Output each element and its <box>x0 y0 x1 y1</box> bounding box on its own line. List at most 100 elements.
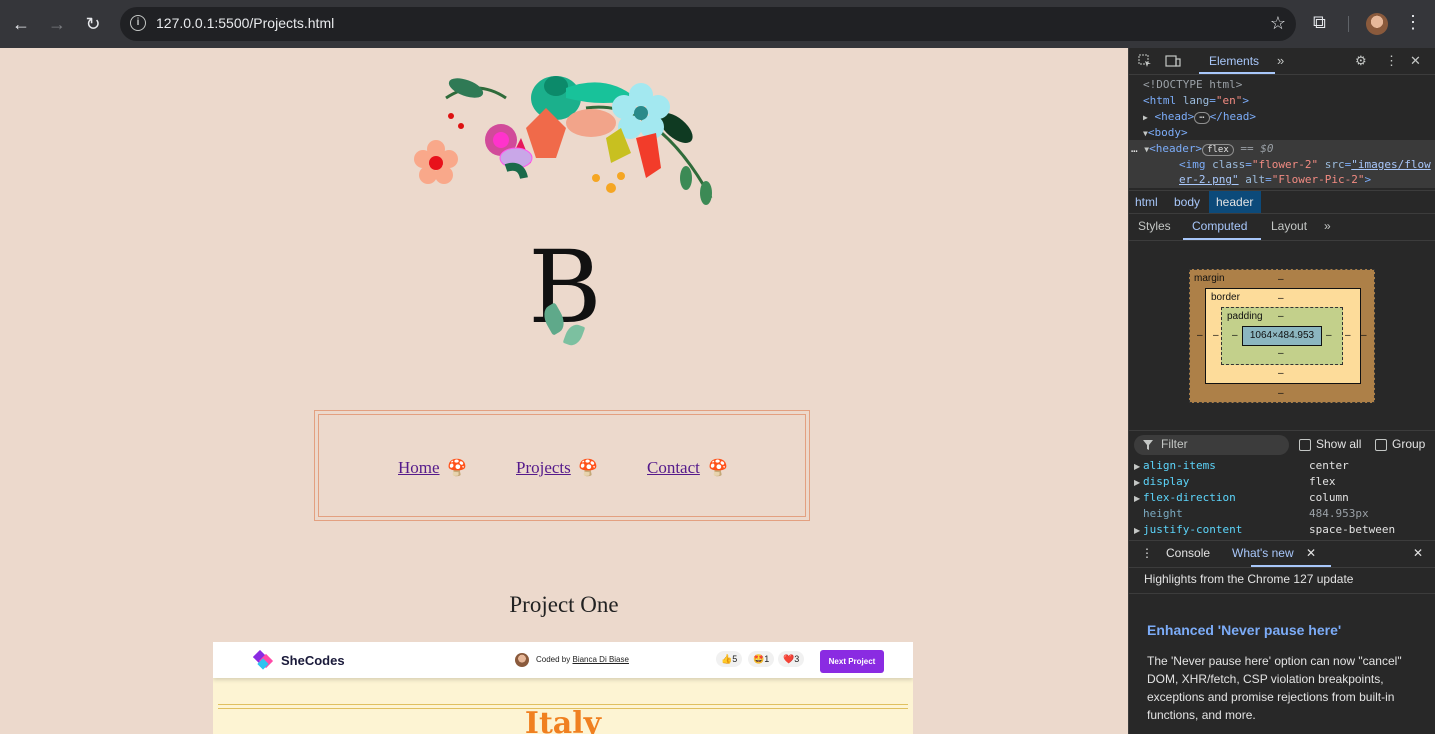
padding-bottom-value[interactable]: – <box>1278 348 1284 359</box>
shecodes-logo-icon <box>253 650 274 670</box>
margin-top-value[interactable]: – <box>1278 274 1284 285</box>
close-devtools-icon[interactable]: ✕ <box>1410 53 1421 69</box>
more-subtabs-icon[interactable]: » <box>1324 219 1331 233</box>
padding-left-value[interactable]: – <box>1232 330 1238 341</box>
breadcrumb: html body header <box>1129 190 1435 214</box>
dom-body-node[interactable]: ▼<body> <box>1143 126 1188 139</box>
border-right-value[interactable]: – <box>1345 330 1351 341</box>
dom-header-node[interactable]: … ▼<header> flex == $0 <box>1131 142 1274 156</box>
reaction-star-eyes[interactable]: 🤩1 <box>748 651 775 667</box>
filter-icon <box>1143 440 1153 450</box>
computed-value: center <box>1309 459 1349 472</box>
close-drawer-icon[interactable]: ✕ <box>1413 546 1423 560</box>
dom-html-node[interactable]: <html lang="en"> <box>1143 94 1249 107</box>
tab-console[interactable]: Console <box>1166 546 1210 560</box>
reload-icon[interactable]: ↻ <box>81 12 105 36</box>
profile-avatar[interactable] <box>1366 13 1388 35</box>
reaction-heart[interactable]: ❤️3 <box>778 651 805 667</box>
drawer-menu-icon[interactable]: ⋮ <box>1141 546 1153 560</box>
border-left-value[interactable]: – <box>1213 330 1219 341</box>
shecodes-brand[interactable]: SheCodes <box>281 653 345 668</box>
back-icon[interactable]: ← <box>9 12 33 36</box>
nav-link-projects[interactable]: Projects <box>516 458 571 478</box>
address-bar[interactable]: i 127.0.0.1:5500/Projects.html ☆ <box>120 7 1296 41</box>
filter-input[interactable] <box>1134 435 1289 455</box>
computed-prop[interactable]: display <box>1143 475 1189 488</box>
border-top-value[interactable]: – <box>1278 293 1284 304</box>
dom-img-node[interactable]: <img class="flower-2" src="images/flow <box>1179 158 1431 171</box>
dom-img-node-cont[interactable]: er-2.png" alt="Flower-Pic-2"> <box>1179 173 1371 186</box>
computed-prop[interactable]: align-items <box>1143 459 1216 472</box>
expand-icon[interactable]: ▶ <box>1134 462 1140 471</box>
bookmark-star-icon[interactable]: ☆ <box>1270 13 1286 34</box>
more-tabs-icon[interactable]: » <box>1277 53 1284 68</box>
box-model-content[interactable]: 1064×484.953 <box>1242 326 1322 346</box>
expand-icon[interactable]: ▶ <box>1134 494 1140 503</box>
padding-right-value[interactable]: – <box>1326 330 1332 341</box>
reaction-thumbs-up[interactable]: 👍5 <box>716 651 743 667</box>
browser-toolbar: ← → ↻ i 127.0.0.1:5500/Projects.html ☆ ⧉… <box>0 0 1435 48</box>
device-toolbar-icon[interactable] <box>1165 54 1181 68</box>
group-label[interactable]: Group <box>1392 437 1425 451</box>
tab-elements[interactable]: Elements <box>1209 54 1259 68</box>
web-page-viewport: B Home 🍄 Projects 🍄 Contact 🍄 Project On… <box>0 48 1128 734</box>
embedded-heading: Italy <box>524 706 602 734</box>
dom-doctype[interactable]: <!DOCTYPE html> <box>1143 78 1242 91</box>
tab-whats-new[interactable]: What's new <box>1232 546 1294 560</box>
coder-avatar <box>515 653 529 667</box>
nav-link-contact[interactable]: Contact <box>647 458 700 478</box>
browser-menu-icon[interactable]: ⋮ <box>1404 12 1422 33</box>
next-project-button[interactable]: Next Project <box>820 650 884 673</box>
computed-prop[interactable]: justify-content <box>1143 523 1242 536</box>
site-info-icon[interactable]: i <box>130 15 146 31</box>
tab-active-indicator <box>1199 72 1275 74</box>
forward-icon[interactable]: → <box>45 12 69 36</box>
margin-right-value[interactable]: – <box>1361 330 1367 341</box>
project-title: Project One <box>509 592 619 617</box>
close-tab-icon[interactable]: ✕ <box>1306 546 1316 560</box>
margin-left-value[interactable]: – <box>1197 330 1203 341</box>
computed-value: 484.953px <box>1309 507 1369 520</box>
inspect-element-icon[interactable] <box>1138 54 1152 68</box>
tab-layout[interactable]: Layout <box>1271 219 1307 233</box>
breadcrumb-body[interactable]: body <box>1174 195 1200 209</box>
expand-icon[interactable]: ▶ <box>1134 478 1140 487</box>
border-bottom-value[interactable]: – <box>1278 368 1284 379</box>
drawer-tabbar: ⋮ Console What's new ✕ ✕ <box>1129 540 1435 568</box>
settings-gear-icon[interactable]: ⚙ <box>1355 53 1367 69</box>
margin-bottom-value[interactable]: – <box>1278 388 1284 399</box>
nav-link-home[interactable]: Home <box>398 458 440 478</box>
computed-prop[interactable]: flex-direction <box>1143 491 1236 504</box>
show-all-checkbox[interactable] <box>1299 439 1311 451</box>
coder-name-link[interactable]: Bianca Di Biase <box>572 655 628 664</box>
extensions-icon[interactable]: ⧉ <box>1313 12 1326 33</box>
mushroom-icon: 🍄 <box>578 460 598 477</box>
computed-prop[interactable]: height <box>1143 507 1183 520</box>
show-all-label[interactable]: Show all <box>1316 437 1361 451</box>
flex-badge: flex <box>1202 144 1234 156</box>
feature-title-link[interactable]: Enhanced 'Never pause here' <box>1147 622 1341 638</box>
feature-description: The 'Never pause here' option can now "c… <box>1147 654 1402 722</box>
toolbar-divider <box>1348 16 1349 32</box>
tab-computed[interactable]: Computed <box>1192 219 1247 233</box>
mushroom-icon: 🍄 <box>708 460 728 477</box>
devtools-panel: Elements » ⚙ ⋮ ✕ <!DOCTYPE html> <html l… <box>1128 48 1435 734</box>
mushroom-icon: 🍄 <box>447 460 467 477</box>
margin-label: margin <box>1194 273 1225 284</box>
padding-top-value[interactable]: – <box>1278 311 1284 322</box>
whats-new-highlights: Highlights from the Chrome 127 update <box>1144 572 1354 586</box>
coded-by-text: Coded by Bianca Di Biase <box>536 655 629 664</box>
padding-label: padding <box>1227 311 1263 322</box>
group-checkbox[interactable] <box>1375 439 1387 451</box>
computed-value: flex <box>1309 475 1336 488</box>
devtools-menu-icon[interactable]: ⋮ <box>1385 53 1398 69</box>
subtab-active-indicator <box>1183 238 1261 240</box>
dom-head-node[interactable]: ▶ <head> ⋯ </head> <box>1143 110 1256 124</box>
breadcrumb-html[interactable]: html <box>1135 195 1158 209</box>
project-embed[interactable]: SheCodes Coded by Bianca Di Biase 👍5 🤩1 … <box>213 642 913 734</box>
computed-value: column <box>1309 491 1349 504</box>
url-text[interactable]: 127.0.0.1:5500/Projects.html <box>156 15 334 31</box>
tab-styles[interactable]: Styles <box>1138 219 1171 233</box>
expand-icon[interactable]: ▶ <box>1134 526 1140 535</box>
breadcrumb-header[interactable]: header <box>1216 195 1253 209</box>
